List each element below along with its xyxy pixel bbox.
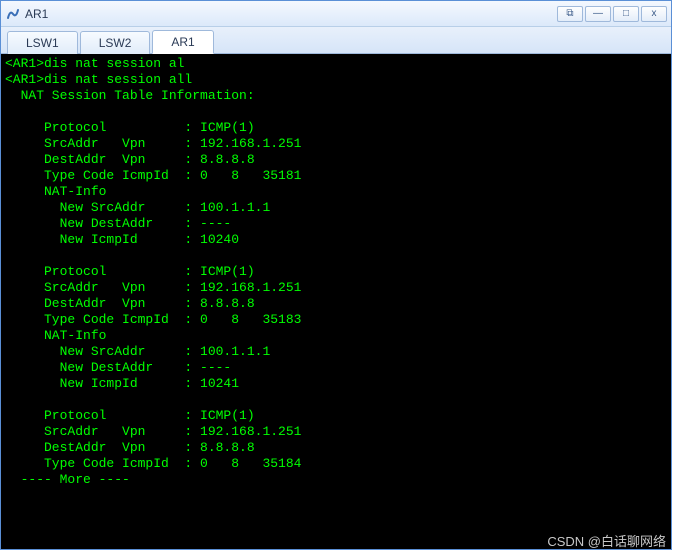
app-icon: [5, 6, 21, 22]
title-bar[interactable]: AR1 ⧉ — □ x: [1, 1, 671, 27]
terminal-container: <AR1>dis nat session al <AR1>dis nat ses…: [1, 53, 671, 549]
tab-ar1[interactable]: AR1: [152, 30, 213, 54]
minimize-button[interactable]: —: [585, 6, 611, 22]
tab-lsw2[interactable]: LSW2: [80, 31, 151, 54]
close-button[interactable]: x: [641, 6, 667, 22]
tab-lsw1[interactable]: LSW1: [7, 31, 78, 54]
undock-button[interactable]: ⧉: [557, 6, 583, 22]
window-title: AR1: [25, 7, 557, 21]
app-window: AR1 ⧉ — □ x LSW1 LSW2 AR1 <AR1>dis nat s…: [0, 0, 672, 550]
maximize-button[interactable]: □: [613, 6, 639, 22]
terminal-output[interactable]: <AR1>dis nat session al <AR1>dis nat ses…: [1, 54, 671, 549]
window-buttons: ⧉ — □ x: [557, 6, 667, 22]
tab-strip: LSW1 LSW2 AR1: [1, 27, 671, 53]
